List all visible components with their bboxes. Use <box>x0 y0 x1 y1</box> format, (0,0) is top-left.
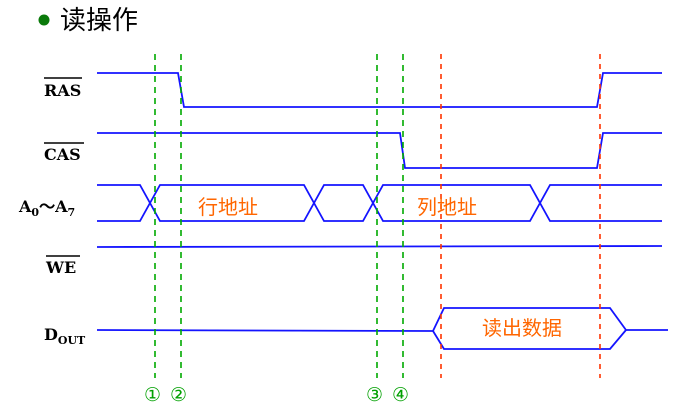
dout-label: DOUT <box>44 325 86 347</box>
signal-label-we: WE <box>45 255 80 277</box>
dout-waveform <box>96 307 668 350</box>
title-bullet <box>38 14 50 26</box>
read-data-label: 读出数据 <box>482 316 562 340</box>
address-a7-letter: A <box>54 197 68 216</box>
col-address-label: 列地址 <box>417 195 477 219</box>
address-tilde: ～ <box>39 197 55 216</box>
signal-label-cas: CAS <box>44 142 84 164</box>
dout-sub: OUT <box>58 334 86 347</box>
address-label: A0～A7 <box>18 197 75 219</box>
step-marker-4: ④ <box>392 384 409 406</box>
dout-letter: D <box>44 325 58 344</box>
signal-label-dout: DOUT <box>44 325 86 347</box>
address-a0-letter: A <box>18 197 32 216</box>
we-label: WE <box>45 258 76 277</box>
timing-diagram: 读操作 RAS CAS A0～A7 WE DOUT 行地址 列地址 读出数据 ①… <box>18 6 668 406</box>
cas-waveform <box>97 132 662 169</box>
signal-label-ras: RAS <box>44 77 82 100</box>
step-marker-2: ② <box>170 384 187 406</box>
cas-label: CAS <box>44 145 81 164</box>
signal-label-address: A0～A7 <box>18 197 75 219</box>
ras-label: RAS <box>44 81 81 100</box>
row-address-label: 行地址 <box>198 195 258 219</box>
step-marker-1: ① <box>144 384 161 406</box>
diagram-title: 读操作 <box>60 6 138 36</box>
address-sub7: 7 <box>68 206 76 219</box>
step-marker-3: ③ <box>366 384 383 406</box>
